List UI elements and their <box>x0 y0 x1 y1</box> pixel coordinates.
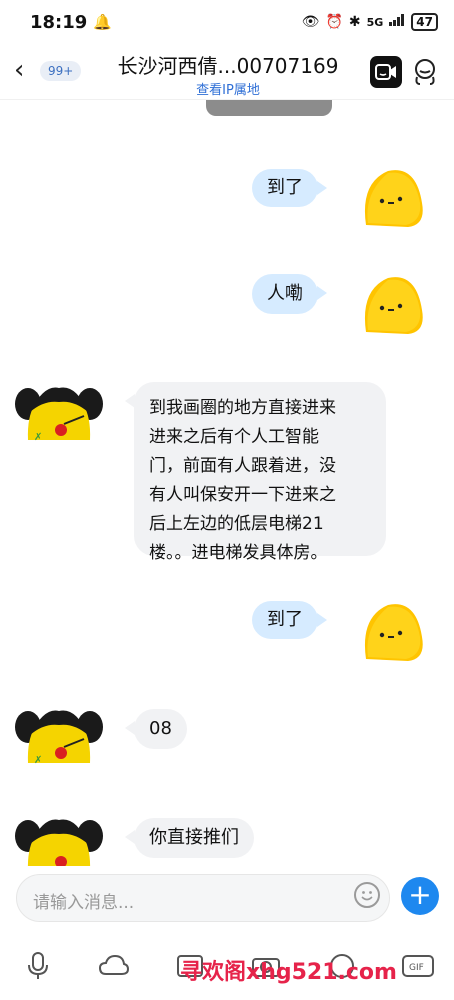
alarm-icon: ⏰ <box>325 14 343 30</box>
self-avatar[interactable] <box>358 163 426 231</box>
chat-title: 长沙河西倩...00707169 <box>117 54 339 78</box>
message-text: 人嘞 <box>267 283 303 304</box>
message-line: 到我画圈的地方直接进来 <box>149 398 336 418</box>
message-text: 08 <box>149 718 172 739</box>
svg-text:✗: ✗ <box>34 755 42 766</box>
status-right: 👁 ⏰ ✱ 5G 47 <box>302 13 438 31</box>
message-input-bar: 请输入消息... + <box>0 866 454 928</box>
plus-icon[interactable]: + <box>401 877 439 915</box>
status-time: 18:19 <box>30 11 88 33</box>
previous-image-message[interactable] <box>206 100 332 116</box>
message-bubble-right[interactable]: 到了 <box>252 601 327 639</box>
message-bubble-right[interactable]: 人嘞 <box>252 274 327 314</box>
message-line: 有人叫保安开一下进来之 <box>149 485 336 505</box>
input-placeholder: 请输入消息... <box>33 893 135 913</box>
message-input[interactable]: 请输入消息... <box>16 874 390 922</box>
watermark-text: 寻欢阁xhg521.com <box>180 960 397 985</box>
battery-indicator: 47 <box>411 13 438 31</box>
contact-avatar[interactable]: ✗ <box>14 380 104 446</box>
gif-icon[interactable]: GIF <box>400 948 436 984</box>
message-line: 门，前面有人跟着进，没 <box>149 456 336 476</box>
emoji-icon[interactable] <box>354 882 380 908</box>
person-icon <box>415 59 435 85</box>
message-bubble-left[interactable]: 08 <box>125 709 187 749</box>
cloud-icon[interactable] <box>96 948 132 984</box>
ip-location-link[interactable]: 查看IP属地 <box>110 79 346 98</box>
svg-text:✗: ✗ <box>34 432 42 443</box>
bluetooth-icon: ✱ <box>348 14 361 30</box>
signal-icon <box>389 14 405 30</box>
network-label: 5G <box>366 15 384 29</box>
message-line: 楼。。进电梯发具体房。 <box>149 543 328 563</box>
contact-avatar[interactable] <box>14 812 104 866</box>
video-camera-icon <box>375 64 396 80</box>
unread-badge[interactable]: 99+ <box>40 61 82 81</box>
chat-header: ‹ 99+ 长沙河西倩...00707169 查看IP属地 <box>0 44 454 100</box>
profile-button[interactable] <box>410 56 440 88</box>
mic-icon[interactable] <box>20 948 56 984</box>
notification-bell-icon: 🔔 <box>93 13 112 31</box>
self-avatar[interactable] <box>358 597 426 665</box>
message-line: 进来之后有个人工智能 <box>149 427 319 447</box>
message-text: 到了 <box>267 609 303 630</box>
status-bar: 18:19 🔔 👁 ⏰ ✱ 5G 47 <box>0 0 454 44</box>
self-avatar[interactable] <box>358 270 426 338</box>
message-text: 你直接推们 <box>149 827 239 848</box>
message-bubble-right[interactable]: 到了 <box>252 169 327 207</box>
back-arrow-icon[interactable]: ‹ <box>14 56 24 84</box>
video-call-button[interactable] <box>370 56 402 88</box>
svg-text:GIF: GIF <box>409 963 424 973</box>
message-line: 后上左边的低层电梯21 <box>149 514 324 534</box>
eye-icon: 👁 <box>301 14 320 30</box>
contact-avatar[interactable]: ✗ <box>14 703 104 769</box>
message-bubble-left[interactable]: 到我画圈的地方直接进来 进来之后有个人工智能 门，前面有人跟着进，没 有人叫保安… <box>125 382 386 563</box>
message-bubble-left[interactable]: 你直接推们 <box>125 818 254 858</box>
message-text: 到了 <box>267 177 303 198</box>
